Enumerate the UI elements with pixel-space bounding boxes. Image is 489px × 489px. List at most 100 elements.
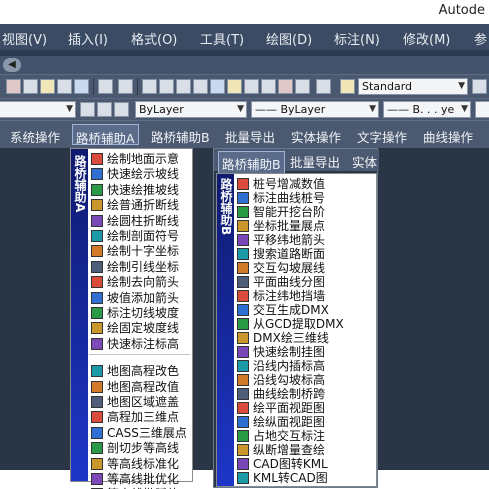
menu-item[interactable]: 曲线绘制桥跨 [217,387,376,401]
text-style-icon[interactable] [340,79,355,94]
menu-item[interactable]: 绘平面视距图 [217,401,376,415]
redo-icon[interactable] [118,79,133,94]
document-tab-strip [0,56,489,74]
menu-item[interactable]: 剖切步等高线 [71,441,192,455]
tab-batch-export[interactable]: 批量导出 [290,152,340,171]
menu-more[interactable]: 参 [474,29,487,48]
lineweight-select[interactable]: —— B. . . ye ▼ [383,101,471,118]
cut-icon[interactable] [6,79,21,94]
menu-modify[interactable]: 修改(M) [403,29,450,48]
title-bar [0,0,489,24]
plugin-menu-entity[interactable]: 实体操作 [291,127,341,146]
menu-item[interactable]: 智能开挖台阶 [217,205,376,219]
calculator-icon[interactable] [295,79,310,94]
plot-style-select[interactable] [475,101,489,118]
menu-item[interactable]: 绘制剖面符号 [71,229,192,243]
menu-item[interactable]: 快速绘制挂图 [217,345,376,359]
menu-item[interactable]: 地图高程改值 [71,380,192,394]
menu-item[interactable]: 沿线勾坡标高 [217,373,376,387]
menu-item[interactable]: 绘圆柱折断线 [71,214,192,228]
zoom-window-icon[interactable] [176,79,191,94]
menu-item[interactable]: 绘固定坡度线 [71,321,192,335]
paste-icon[interactable] [40,79,55,94]
plugin-menu-curve[interactable]: 曲线操作 [423,127,473,146]
make-current-icon[interactable] [97,102,112,117]
menu-item[interactable]: KML转CAD图 [217,471,376,485]
menu-item[interactable]: 绘制去向箭头 [71,275,192,289]
color-select[interactable]: ByLayer ▼ [135,101,247,118]
menu-item[interactable]: 搜索道路断面 [217,247,376,261]
zoom-previous-icon[interactable] [193,79,208,94]
plugin-menu-text[interactable]: 文字操作 [357,127,407,146]
text-style-select[interactable]: Standard ▼ [358,78,468,95]
menu-item[interactable]: 标注纬地挡墙 [217,289,376,303]
menu-view[interactable]: 视图(V) [2,29,47,48]
menu-item[interactable]: 等高线标准化 [71,457,192,471]
undo-icon[interactable] [98,79,113,94]
menu-item-icon [237,206,249,218]
design-center-icon[interactable] [227,79,242,94]
menu-item[interactable]: 平面曲线分图 [217,275,376,289]
menu-item-label: 高程加三维点 [107,410,180,425]
menu-item[interactable]: 等高线批优化 [71,472,192,486]
tool-palettes-icon[interactable] [244,79,259,94]
tab-entity[interactable]: 实体 [352,152,377,171]
menu-item[interactable]: CAD图转KML [217,457,376,471]
menu-format[interactable]: 格式(O) [131,29,177,48]
chevron-down-icon: ▼ [237,104,244,114]
layer-manager-icon[interactable] [80,102,95,117]
menu-item[interactable]: 坡值添加箭头 [71,291,192,305]
menu-item-icon [91,260,103,273]
menu-item[interactable]: 快速绘推坡线 [71,183,192,197]
linetype-select[interactable]: —— ByLayer ▼ [251,101,379,118]
menu-item[interactable]: 从GCD提取DMX [217,317,376,331]
menu-item[interactable]: 高程加三维点 [71,410,192,424]
match-properties-icon[interactable] [74,79,89,94]
menu-item[interactable]: 快速标注标高 [71,337,192,351]
menu-item[interactable]: 交互勾坡展线 [217,261,376,275]
menu-tools[interactable]: 工具(T) [200,29,244,48]
menu-item[interactable]: 坐标批量展点 [217,219,376,233]
menu-item[interactable]: 快速绘示坡线 [71,167,192,181]
tab-scroll-left-icon[interactable]: ◀ [3,58,21,72]
plugin-menu-system[interactable]: 系统操作 [10,127,60,146]
help-icon[interactable] [316,79,331,94]
menu-item[interactable]: 绘普通折断线 [71,198,192,212]
menu-item[interactable]: 标注曲线桩号 [217,191,376,205]
menu-item[interactable]: CASS三维展点 [71,426,192,440]
properties-icon[interactable] [210,79,225,94]
plugin-menu-batch-export[interactable]: 批量导出 [225,127,275,146]
menu-item[interactable]: 地图高程改色 [71,364,192,378]
menu-item[interactable]: 纵断增量查绘 [217,443,376,457]
paste-special-icon[interactable] [57,79,72,94]
plugin-menu-road-bridge-a[interactable]: 路桥辅助A [72,124,139,146]
menu-item-icon [237,220,249,232]
menu-item[interactable]: 标注切线坡度 [71,306,192,320]
plugin-menu-road-bridge-b[interactable]: 路桥辅助B [151,127,210,146]
menu-item[interactable]: 绘纵面视距图 [217,415,376,429]
dimension-style-icon[interactable] [472,79,487,94]
menu-draw[interactable]: 绘图(D) [266,29,312,48]
layer-previous-icon[interactable] [114,102,129,117]
menu-item[interactable]: 绘制地面示意 [71,152,192,166]
menu-item-icon [237,458,249,470]
menu-item[interactable]: 绘制引线坐标 [71,260,192,274]
sheet-set-icon[interactable] [261,79,276,94]
markup-icon[interactable] [278,79,293,94]
menu-dimension[interactable]: 标注(N) [334,29,380,48]
menu-item[interactable]: 绘制十字坐标 [71,244,192,258]
lineweight-value: —— B. . . ye [387,103,455,116]
menu-item[interactable]: 地图区域遮盖 [71,395,192,409]
zoom-realtime-icon[interactable] [159,79,174,94]
menu-item[interactable]: 交互生成DMX [217,303,376,317]
layer-select[interactable]: ▼ [0,101,76,118]
pan-icon[interactable] [142,79,157,94]
menu-item[interactable]: 占地交互标注 [217,429,376,443]
menu-item[interactable]: 平移纬地箭头 [217,233,376,247]
menu-item-label: 快速标注标高 [107,336,180,351]
menu-item[interactable]: 沿线内插标高 [217,359,376,373]
menu-insert[interactable]: 插入(I) [68,29,108,48]
menu-item[interactable]: 桩号增减数值 [217,177,376,191]
copy-icon[interactable] [23,79,38,94]
menu-item[interactable]: DMX绘三维线 [217,331,376,345]
